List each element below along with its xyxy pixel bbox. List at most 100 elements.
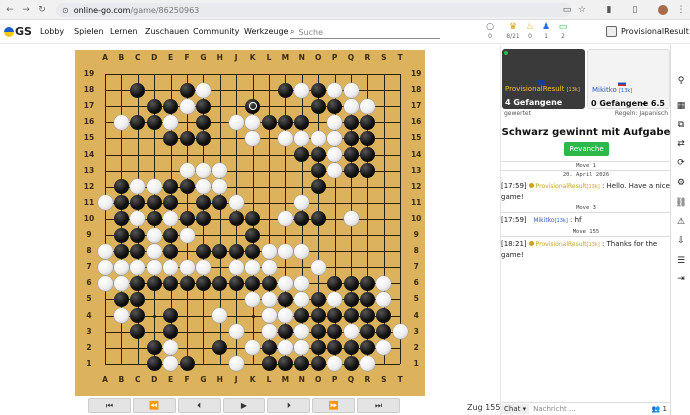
coord-row-8: 8 [413,246,419,256]
white-stone [359,356,375,372]
stat-friends[interactable]: ♟ 1 [538,22,554,40]
download-icon[interactable]: ⇩ [675,235,687,247]
stat-online[interactable]: ▭ 2 [555,22,571,40]
chat-author[interactable]: ProvisionalResult[13k] [536,183,600,190]
chat-message: [18:21] ProvisionalResult[13k] : Thanks f… [501,240,658,259]
black-stone [130,82,146,98]
chat-author[interactable]: ProvisionalResult[13k] [536,241,600,248]
user-menu[interactable]: ProvisionalResult [606,26,689,37]
nav-zuschauen[interactable]: Zuschauen [145,27,189,36]
chat-users-count[interactable]: 👥 1 [652,405,667,413]
white-stone [294,340,310,356]
bookmark-star-icon[interactable]: ☆ [575,3,589,17]
user-avatar [606,26,617,37]
coord-row-1: 1 [86,358,92,368]
rematch-button[interactable]: Revanche [564,142,609,156]
arrow-right-icon[interactable]: → [20,2,32,18]
share-icon[interactable]: ⇄ [675,138,687,150]
white-stone [97,243,113,259]
white-stone [195,82,211,98]
back-1-button[interactable]: ⏴ [177,398,221,413]
play-button[interactable]: ▶ [222,398,266,413]
coord-col-N: N [298,374,305,384]
white-player-card[interactable]: Mikitko [13k] 0 Gefangene + 6.5 [587,49,670,109]
link-icon[interactable]: ⛓ [675,197,687,209]
black-stone [261,275,277,291]
menu-list-icon[interactable]: ☰ [675,255,687,267]
nav-spielen[interactable]: Spielen [74,27,104,36]
stat-tournaments-value: 8/21 [506,33,520,40]
chat-input[interactable]: Nachricht ... [533,405,651,413]
nav-community[interactable]: Community [193,27,239,36]
black-stone [195,114,211,130]
coord-col-S: S [381,374,387,384]
sidebar-icon[interactable]: ▯ [628,3,642,17]
coord-col-H: H [216,374,223,384]
nav-lernen[interactable]: Lernen [110,27,137,36]
white-stone [261,291,277,307]
coord-row-7: 7 [86,262,92,272]
extension-icon[interactable]: ▮ [602,3,616,17]
grid-icon[interactable]: ▦ [675,100,687,112]
white-stone [343,98,359,114]
black-stone [359,340,375,356]
black-stone [310,356,326,372]
white-stone [277,243,293,259]
arrow-left-icon[interactable]: ← [4,2,16,18]
reload-icon[interactable]: ↻ [36,2,48,18]
white-player-name[interactable]: Mikitko [13k] [592,86,632,94]
site-info-icon[interactable]: ⊙ [62,6,69,15]
black-stone [310,308,326,323]
first-move-button[interactable]: ⏮ [88,398,131,413]
clone-icon[interactable]: ⧉ [675,119,687,131]
zoom-icon[interactable]: ⚲ [675,75,687,87]
exit-icon[interactable]: ⇥ [675,273,687,285]
black-player-card[interactable]: ProvisionalResult [13k] 4 Gefangene [502,49,585,109]
white-stone [327,114,343,130]
coord-col-E: E [168,374,174,384]
white-stone [245,259,261,275]
coord-col-B: B [118,53,125,62]
coord-col-K: K [249,53,256,62]
black-stone [343,275,359,291]
black-stone [130,227,146,243]
chat-author[interactable]: Mikitko[13k] [533,217,567,224]
users-icon: 👥 [651,405,661,413]
white-stone [294,291,310,307]
nav-lobby[interactable]: Lobby [40,27,64,36]
stat-tournaments[interactable]: ♛ 8/21 [505,22,521,40]
nav-werkzeuge[interactable]: Werkzeuge [244,27,288,36]
white-stone [327,130,343,146]
white-stone [261,243,277,259]
coord-col-T: T [397,53,403,62]
back-10-button[interactable]: ⏪ [132,398,176,413]
star-point [251,314,255,318]
url-bar[interactable]: ⊙ online-go.com/game/86250963 [56,3,571,17]
forward-1-button[interactable]: ⏵ [267,398,311,413]
white-stone [294,82,310,98]
cast-icon[interactable]: ▭ [560,3,574,17]
black-player-name[interactable]: ProvisionalResult [13k] [505,85,580,93]
black-stone [310,147,326,162]
go-board[interactable]: A A B B C C D D E E F F G G H H J J K K L L M M N N O O P P Q Q R R S S T T 19… [75,50,425,396]
black-stone [343,340,359,356]
coord-col-O: O [314,374,322,384]
warning-icon[interactable]: ⚠ [675,216,687,228]
browser-menu-icon[interactable]: ⋮ [674,3,688,17]
chat-channel-select[interactable]: Chat ▾ [501,404,530,414]
stat-games[interactable]: ○ 0 [482,22,498,40]
coord-col-Q: Q [347,374,355,384]
black-stone [359,324,375,340]
ogs-logo[interactable]: GS [4,25,32,38]
white-stone [228,324,244,340]
profile-avatar-icon[interactable] [656,3,670,17]
coord-col-G: G [200,53,207,62]
settings-gear-icon[interactable]: ⚙ [675,177,687,189]
analyze-icon[interactable]: ⟳ [675,157,687,169]
search-input[interactable]: ⌕ Suche [290,26,440,39]
black-stone [359,275,375,291]
last-move-button[interactable]: ⏭ [357,398,401,413]
coord-row-9: 9 [413,230,419,239]
forward-10-button[interactable]: ⏩ [312,398,356,413]
stat-puzzles[interactable]: ♨ 0 [522,22,538,40]
